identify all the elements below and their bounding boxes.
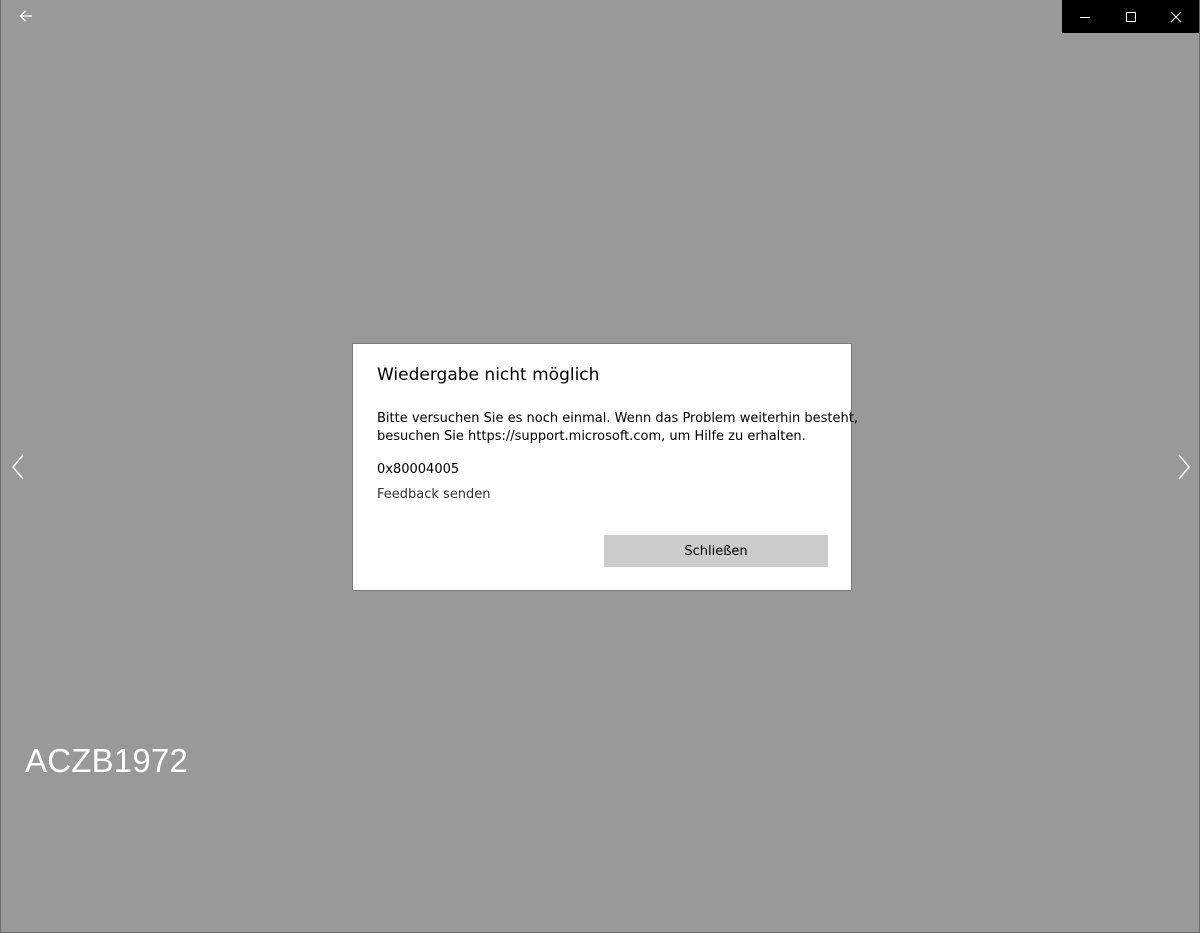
back-button[interactable] bbox=[7, 0, 45, 32]
feedback-link[interactable]: Feedback senden bbox=[377, 487, 491, 502]
app-window: ACZB1972 Wiedergabe nicht möglich Bitte … bbox=[0, 0, 1200, 933]
close-dialog-button[interactable]: Schließen bbox=[604, 535, 828, 567]
chevron-left-icon bbox=[12, 454, 24, 480]
chevron-right-icon bbox=[1178, 454, 1190, 480]
dialog-title: Wiedergabe nicht möglich bbox=[377, 365, 600, 385]
dialog-message: Bitte versuchen Sie es noch einmal. Wenn… bbox=[377, 410, 858, 446]
dialog-message-line: Bitte versuchen Sie es noch einmal. Wenn… bbox=[377, 411, 858, 426]
minimize-icon bbox=[1079, 16, 1090, 18]
minimize-button[interactable] bbox=[1062, 0, 1108, 33]
error-dialog: Wiedergabe nicht möglich Bitte versuchen… bbox=[352, 343, 858, 591]
window-caption-buttons bbox=[1062, 0, 1199, 33]
close-window-button[interactable] bbox=[1153, 0, 1199, 33]
media-title: ACZB1972 bbox=[25, 742, 189, 779]
back-arrow-icon bbox=[19, 10, 32, 22]
next-button[interactable] bbox=[1169, 450, 1199, 484]
error-code: 0x80004005 bbox=[377, 462, 460, 477]
maximize-icon bbox=[1125, 11, 1136, 22]
close-icon bbox=[1170, 11, 1182, 22]
previous-button[interactable] bbox=[3, 450, 33, 484]
dialog-message-line: besuchen Sie https://support.microsoft.c… bbox=[377, 429, 806, 444]
maximize-button[interactable] bbox=[1108, 0, 1154, 33]
